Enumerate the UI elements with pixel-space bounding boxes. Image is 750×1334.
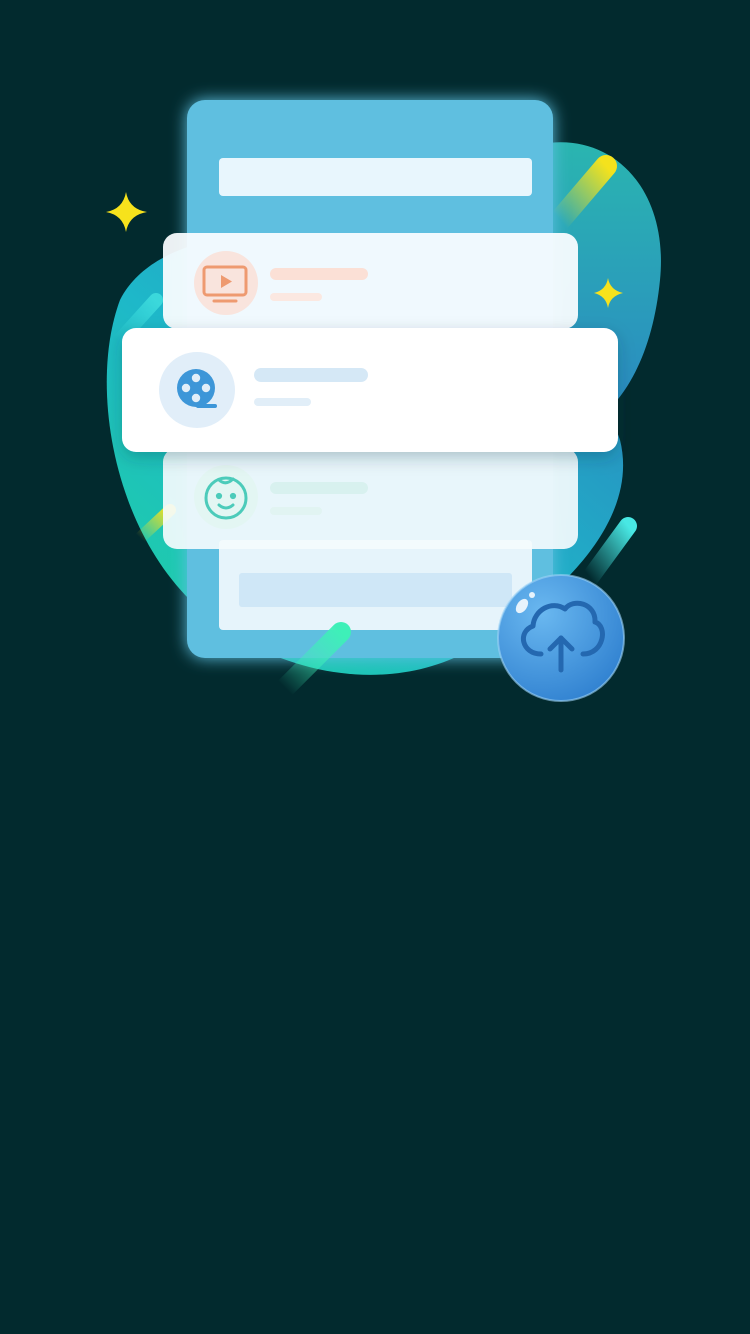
upload-illustration [0,0,750,760]
movie-card-title-placeholder [254,368,368,382]
panel-header-bar [219,158,532,196]
tv-card-subtitle-placeholder [270,293,322,301]
tv-card-title-placeholder [270,268,368,280]
onboarding-screen [0,0,750,1334]
kids-card-subtitle-placeholder [270,507,322,515]
panel-footer-bar [239,573,512,607]
sparkle-icon [106,192,147,232]
kids-card-title-placeholder [270,482,368,494]
movie-card-subtitle-placeholder [254,398,311,406]
illustration-canvas [106,100,661,702]
upload-button[interactable] [497,574,625,702]
